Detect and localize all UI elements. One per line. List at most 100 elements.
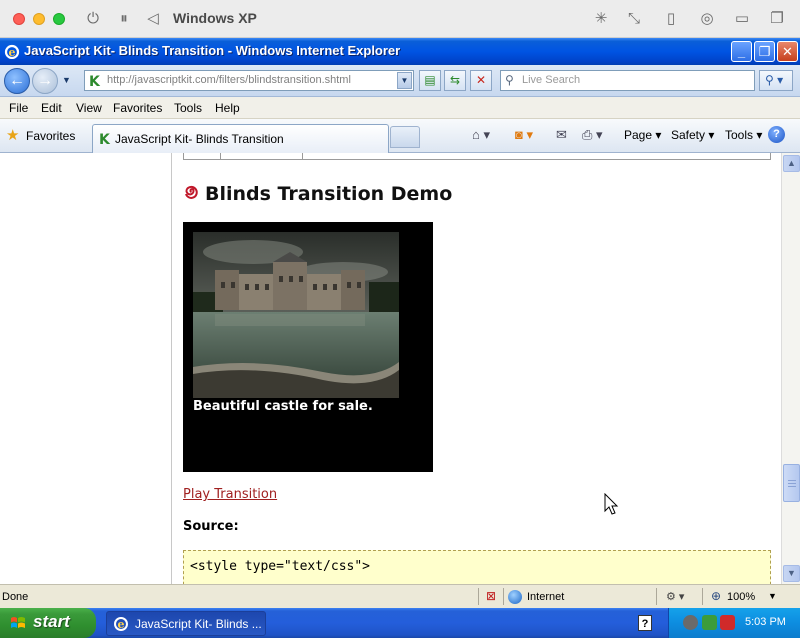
brightness-icon[interactable]: ✳ <box>591 9 611 29</box>
search-input[interactable]: ⚲ Live Search <box>500 70 755 91</box>
tab-label: JavaScript Kit- Blinds Transition <box>115 132 284 146</box>
svg-text:e: e <box>118 618 125 631</box>
back-button[interactable]: ← <box>4 68 30 94</box>
blocked-content-icon[interactable]: ⊠ <box>486 589 496 603</box>
star-icon: ★ <box>6 127 20 144</box>
start-label: start <box>33 612 70 631</box>
back-triangle-icon[interactable]: ◁ <box>143 9 163 29</box>
favorites-tab-bar: ★ Favorites K JavaScript Kit- Blinds Tra… <box>0 119 800 153</box>
page-menu[interactable]: Page ▾ <box>624 128 661 142</box>
svg-text:e: e <box>9 46 16 59</box>
disc-icon[interactable]: ◎ <box>697 9 717 29</box>
ie-titlebar: e JavaScript Kit- Blinds Transition - Wi… <box>0 38 800 65</box>
tools-menu[interactable]: Tools ▾ <box>725 128 762 142</box>
mail-icon[interactable]: ✉ <box>556 127 567 143</box>
window-title: JavaScript Kit- Blinds Transition - Wind… <box>24 43 401 58</box>
windows-overlap-icon[interactable]: ❐ <box>767 9 787 29</box>
start-button[interactable]: start <box>0 608 96 638</box>
transition-demo-box <box>183 222 433 472</box>
mouse-cursor-icon <box>604 493 619 515</box>
source-label: Source: <box>183 519 239 534</box>
demo-heading: Blinds Transition Demo <box>205 183 453 205</box>
ie-logo-icon: e <box>114 617 128 631</box>
menu-edit[interactable]: Edit <box>41 101 62 115</box>
status-bar: Done ⊠ Internet ⚙ ▾ ⊕ 100% ▼ <box>0 584 800 608</box>
minimize-button[interactable]: _ <box>731 41 752 62</box>
menu-file[interactable]: File <box>9 101 28 115</box>
svg-text:K: K <box>89 74 101 88</box>
windows-flag-icon <box>11 617 25 628</box>
recent-pages-dropdown-icon[interactable]: ▼ <box>62 75 71 85</box>
search-button[interactable]: ⚲ ▾ <box>759 70 793 91</box>
search-placeholder: Live Search <box>522 74 581 86</box>
site-favicon-icon: K <box>88 73 103 88</box>
print-icon[interactable]: ⎙ ▾ <box>582 127 603 143</box>
forward-button[interactable]: → <box>32 68 58 94</box>
security-zone-label: Internet <box>527 591 565 603</box>
usb-icon[interactable]: ▯ <box>661 9 681 29</box>
pause-icon[interactable]: ⏸ <box>114 9 134 29</box>
menu-help[interactable]: Help <box>215 101 240 115</box>
feeds-icon[interactable]: ◙ ▾ <box>515 127 533 143</box>
menu-bar: File Edit View Favorites Tools Help <box>0 97 800 119</box>
taskbar-ie-label: JavaScript Kit- Blinds ... <box>135 617 262 631</box>
safety-menu[interactable]: Safety ▾ <box>671 128 714 142</box>
help-icon[interactable]: ? <box>768 126 785 143</box>
address-field[interactable]: K http://javascriptkit.com/filters/blind… <box>84 70 414 91</box>
system-tray: 5:03 PM <box>668 608 800 638</box>
status-text: Done <box>2 591 29 603</box>
svg-text:K: K <box>99 132 111 146</box>
scroll-thumb[interactable] <box>783 464 800 502</box>
address-toolbar: ← → ▼ K http://javascriptkit.com/filters… <box>0 65 800 97</box>
taskbar-ie-button[interactable]: e JavaScript Kit- Blinds ... <box>106 611 266 636</box>
image-caption: Beautiful castle for sale. <box>193 399 373 414</box>
site-favicon-icon: K <box>99 132 111 146</box>
power-icon[interactable]: ⏻ <box>83 9 103 29</box>
scroll-up-button[interactable]: ▲ <box>783 155 800 172</box>
host-title: Windows XP <box>173 10 257 26</box>
address-url: http://javascriptkit.com/filters/blindst… <box>107 74 351 86</box>
address-dropdown-icon[interactable]: ▼ <box>397 72 412 89</box>
minimize-window-dot[interactable] <box>33 13 45 25</box>
security-shield-tray-icon[interactable] <box>720 615 735 630</box>
close-button[interactable]: ✕ <box>777 41 798 62</box>
menu-favorites[interactable]: Favorites <box>113 101 162 115</box>
refresh-button[interactable]: ⇆ <box>444 70 466 91</box>
folder-settings-icon[interactable]: ▭ <box>732 9 752 29</box>
maximize-button[interactable]: ❐ <box>754 41 775 62</box>
close-window-dot[interactable] <box>13 13 25 25</box>
network-tray-icon[interactable] <box>702 615 717 630</box>
home-icon[interactable]: ⌂ ▾ <box>472 127 490 143</box>
page-viewport: Blinds Transition Demo Beautiful castle … <box>0 153 781 584</box>
ie-logo-icon: e <box>4 44 20 59</box>
vertical-scrollbar[interactable]: ▲ ▼ <box>781 153 800 584</box>
protected-mode-icon[interactable]: ⚙ ▾ <box>666 590 684 603</box>
play-transition-link[interactable]: Play Transition <box>183 487 277 502</box>
scroll-down-button[interactable]: ▼ <box>783 565 800 582</box>
source-code-box: <style type="text/css"> <box>183 550 771 584</box>
internet-zone-icon <box>508 590 522 604</box>
menu-tools[interactable]: Tools <box>174 101 202 115</box>
host-titlebar: ⏻ ⏸ ◁ Windows XP ✳ ⤡ ▯ ◎ ▭ ❐ <box>0 0 800 38</box>
zoom-dropdown-icon[interactable]: ▼ <box>768 591 777 601</box>
zoom-level[interactable]: 100% <box>727 591 755 603</box>
favorites-label: Favorites <box>26 129 76 143</box>
code-line: <style type="text/css"> <box>190 559 371 574</box>
stop-button[interactable]: ✕ <box>470 70 492 91</box>
help-quicklaunch-icon[interactable]: ? <box>638 615 652 631</box>
tab-javascript-kit[interactable]: K JavaScript Kit- Blinds Transition <box>92 124 389 153</box>
search-icon: ⚲ <box>505 73 514 87</box>
new-tab-button[interactable] <box>390 126 420 148</box>
left-column <box>0 153 172 584</box>
resize-arrows-icon[interactable]: ⤡ <box>624 9 644 29</box>
clock: 5:03 PM <box>745 616 786 628</box>
top-table-edge <box>183 153 771 160</box>
speaker-tray-icon[interactable] <box>683 615 698 630</box>
menu-view[interactable]: View <box>76 101 102 115</box>
zoom-icon[interactable]: ⊕ <box>711 589 721 603</box>
spiral-bullet-icon <box>185 185 198 199</box>
castle-image <box>193 232 399 398</box>
zoom-window-dot[interactable] <box>53 13 65 25</box>
taskbar: start e JavaScript Kit- Blinds ... ? 5:0… <box>0 608 800 638</box>
compatibility-icon[interactable]: ▤ <box>419 70 441 91</box>
